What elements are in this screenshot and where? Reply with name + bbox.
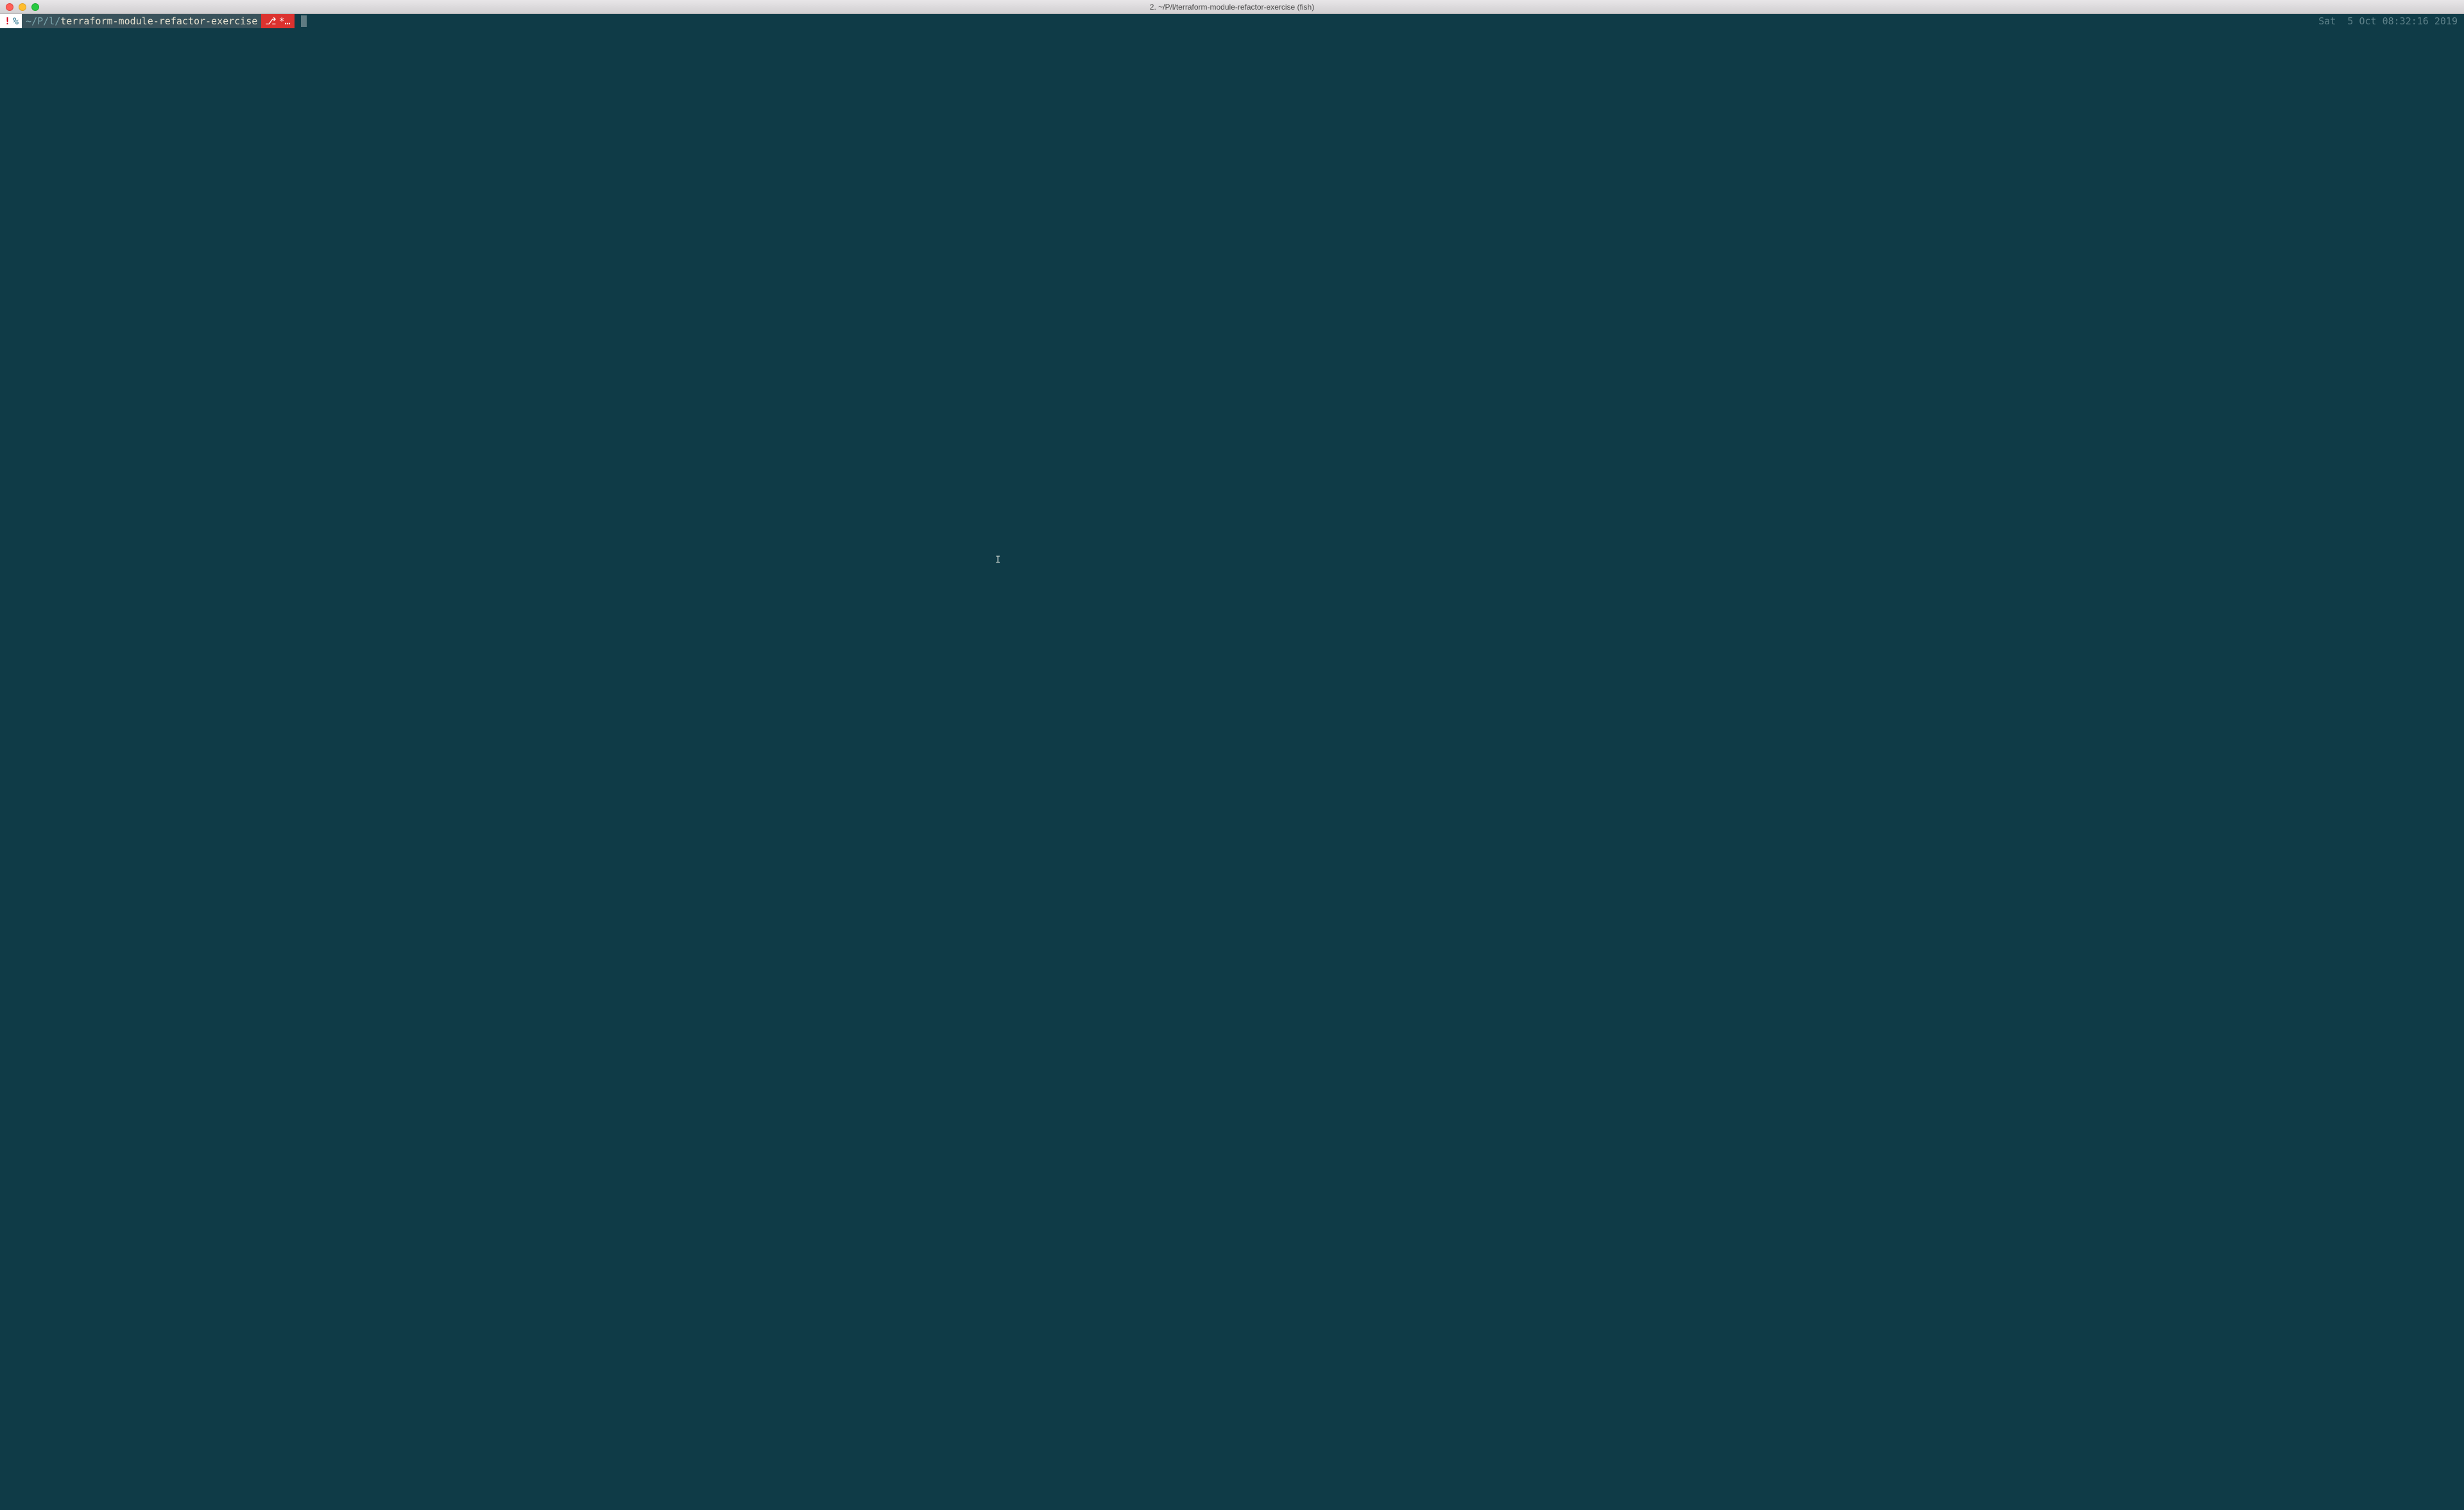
window-title: 2. ~/P/l/terraform-module-refactor-exerc…	[0, 3, 2464, 12]
zoom-icon[interactable]	[31, 3, 39, 11]
status-bang: !	[4, 14, 10, 28]
terminal-cursor	[301, 15, 307, 27]
prompt-line: ! % ~/P/l/terraform-module-refactor-exer…	[0, 14, 2464, 28]
prompt-path-segment: ~/P/l/terraform-module-refactor-exercise	[22, 14, 261, 28]
gap	[295, 14, 301, 28]
status-percent: %	[13, 14, 19, 28]
terminal-viewport[interactable]: ! % ~/P/l/terraform-module-refactor-exer…	[0, 14, 2464, 1510]
prompt-clock: Sat 5 Oct 08:32:16 2019	[2318, 14, 2458, 28]
window-titlebar[interactable]: 2. ~/P/l/terraform-module-refactor-exerc…	[0, 0, 2464, 14]
terminal-window: 2. ~/P/l/terraform-module-refactor-exerc…	[0, 0, 2464, 1510]
minimize-icon[interactable]	[19, 3, 26, 11]
prompt-git-segment: ⎇*…	[261, 14, 294, 28]
close-icon[interactable]	[6, 3, 13, 11]
traffic-lights	[0, 3, 39, 11]
prompt-status-segment: ! %	[0, 14, 22, 28]
branch-icon: ⎇	[265, 14, 276, 28]
git-label: *…	[279, 14, 291, 28]
text-caret-icon: I	[995, 556, 1000, 564]
path-prefix: ~/P/l/	[26, 14, 60, 28]
path-leaf: terraform-module-refactor-exercise	[60, 14, 257, 28]
